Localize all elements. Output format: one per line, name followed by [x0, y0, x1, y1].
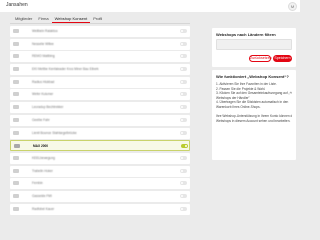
shop-logo-icon — [13, 105, 19, 110]
webshop-row[interactable]: Geelbe Fahr — [10, 114, 190, 126]
shop-toggle[interactable] — [180, 92, 187, 97]
shop-logo-icon — [13, 92, 19, 97]
tab-bar: Mitglieder Firma Webshop Konsent Profil — [12, 15, 105, 23]
shop-logo-icon — [14, 144, 20, 149]
shop-toggle[interactable] — [180, 181, 187, 186]
shop-toggle[interactable] — [180, 54, 187, 59]
shop-name: Leoradup Bechtrekker — [32, 105, 64, 110]
shop-toggle[interactable] — [180, 193, 187, 198]
shop-toggle[interactable] — [180, 155, 187, 160]
shop-logo-icon — [13, 117, 19, 122]
shop-logo-icon — [13, 67, 19, 72]
reset-button[interactable]: Zurücksetzen — [249, 55, 272, 62]
app-title: Jansahen — [6, 2, 28, 8]
webshop-row[interactable]: KEELbewegung — [10, 152, 190, 164]
webshop-row[interactable]: Leoradup Bechtrekker — [10, 102, 190, 114]
shop-toggle[interactable] — [180, 130, 187, 135]
shop-name: Trabelin Hoker — [32, 168, 53, 173]
filter-card: Webshops nach Ländern filtern Zurücksetz… — [212, 28, 296, 67]
shop-logo-icon — [13, 155, 19, 160]
shop-toggle[interactable] — [180, 105, 187, 110]
tab-webshop-konsent[interactable]: Webshop Konsent — [51, 15, 91, 23]
shop-name: Radius Hickbad — [32, 79, 55, 84]
shop-toggle[interactable] — [180, 29, 187, 33]
shop-name: Radfobel Kauer — [32, 206, 55, 211]
tab-mitglieder[interactable]: Mitglieder — [12, 15, 35, 22]
shop-toggle[interactable] — [180, 168, 187, 173]
shop-logo-icon — [13, 181, 19, 186]
shop-name: MAX 2000 — [33, 144, 49, 149]
shop-name: Gasselde FMI — [32, 193, 52, 198]
shop-logo-icon — [13, 193, 19, 198]
shop-name: Nesselie Willee — [32, 41, 54, 46]
country-filter-input[interactable] — [216, 39, 292, 50]
webshop-row[interactable]: Radius Hickbad — [10, 76, 190, 88]
shop-name: Wefer Kulumer — [32, 92, 54, 97]
shop-name: Lienit Bounce Stahlsegelbrücke — [32, 130, 77, 135]
tab-firma[interactable]: Firma — [35, 15, 51, 22]
shop-name: Wellbein Ralaktoo — [32, 29, 58, 33]
info-card-title: Wie funktioniert „Webshop Konsent“? — [216, 74, 289, 79]
info-line: Ihre Webshop-Unterstützung in Ihrem Kont… — [216, 114, 292, 119]
tab-profil[interactable]: Profil — [90, 15, 105, 22]
webshop-row[interactable]: Wellbein Ralaktoo — [10, 26, 190, 37]
shop-logo-icon — [13, 79, 19, 84]
info-line: 2. Passen Sie die Projekte & Wahl. — [216, 86, 266, 91]
shop-logo-icon — [13, 206, 19, 211]
webshop-row[interactable]: Gasselde FMI — [10, 190, 190, 202]
webshop-row[interactable]: EKI Mettbe Kenfaleader Kros Miner Bau Ei… — [10, 64, 190, 76]
info-line: Warenkorb Ihres Online-Shops. — [216, 105, 261, 109]
shop-toggle[interactable] — [180, 67, 187, 72]
shop-toggle[interactable] — [180, 79, 187, 84]
webshop-row[interactable]: MAX 2000 — [10, 140, 190, 152]
info-line: 4. Übertragen Sie die Sitzkisten automat… — [216, 100, 289, 105]
user-avatar[interactable]: M — [288, 2, 297, 11]
shop-toggle[interactable] — [181, 144, 188, 149]
shop-logo-icon — [13, 130, 19, 135]
webshop-row[interactable]: Wefer Kulumer — [10, 89, 190, 101]
filter-card-title: Webshops nach Ländern filtern — [216, 32, 276, 37]
info-line: 3. Klicken Sie auf den Gesamteinkaufsvor… — [216, 91, 292, 96]
tab-divider — [10, 23, 190, 24]
shop-toggle[interactable] — [180, 41, 187, 46]
shop-logo-icon — [13, 168, 19, 173]
shop-name: REMO Mattbing — [32, 54, 55, 59]
info-line: Webshops in diesem Account sehen und bea… — [216, 118, 291, 123]
shop-logo-icon — [13, 54, 19, 59]
webshop-row[interactable]: Nesselie Willee — [10, 38, 190, 50]
info-line: 1. Aktivieren Sie Ihre Favoriten in der … — [216, 82, 277, 86]
shop-logo-icon — [13, 29, 19, 33]
shop-name: KEELbewegung — [32, 155, 55, 160]
info-card: Wie funktioniert „Webshop Konsent“? 1. A… — [212, 70, 296, 160]
webshop-row[interactable]: REMO Mattbing — [10, 51, 190, 63]
shop-toggle[interactable] — [180, 117, 187, 122]
webshop-row[interactable]: Lienit Bounce Stahlsegelbrücke — [10, 127, 190, 139]
shop-name: EKI Mettbe Kenfaleader Kros Miner Bau Ei… — [32, 67, 99, 72]
shop-toggle[interactable] — [180, 206, 187, 211]
shop-name: Fernbin — [32, 181, 43, 186]
save-button[interactable]: Speichern — [273, 55, 292, 62]
info-line: Webshops der Händler" — [216, 95, 250, 100]
webshop-row[interactable]: Radfobel Kauer — [10, 203, 190, 215]
webshop-row[interactable]: Trabelin Hoker — [10, 165, 190, 177]
webshop-list: Wellbein Ralaktoo Nesselie Willee REMO Mat… — [10, 26, 190, 216]
shop-name: Geelbe Fahr — [32, 117, 50, 122]
webshop-row[interactable]: Fernbin — [10, 178, 190, 190]
top-bar: Jansahen M — [0, 0, 300, 12]
shop-logo-icon — [13, 41, 19, 46]
